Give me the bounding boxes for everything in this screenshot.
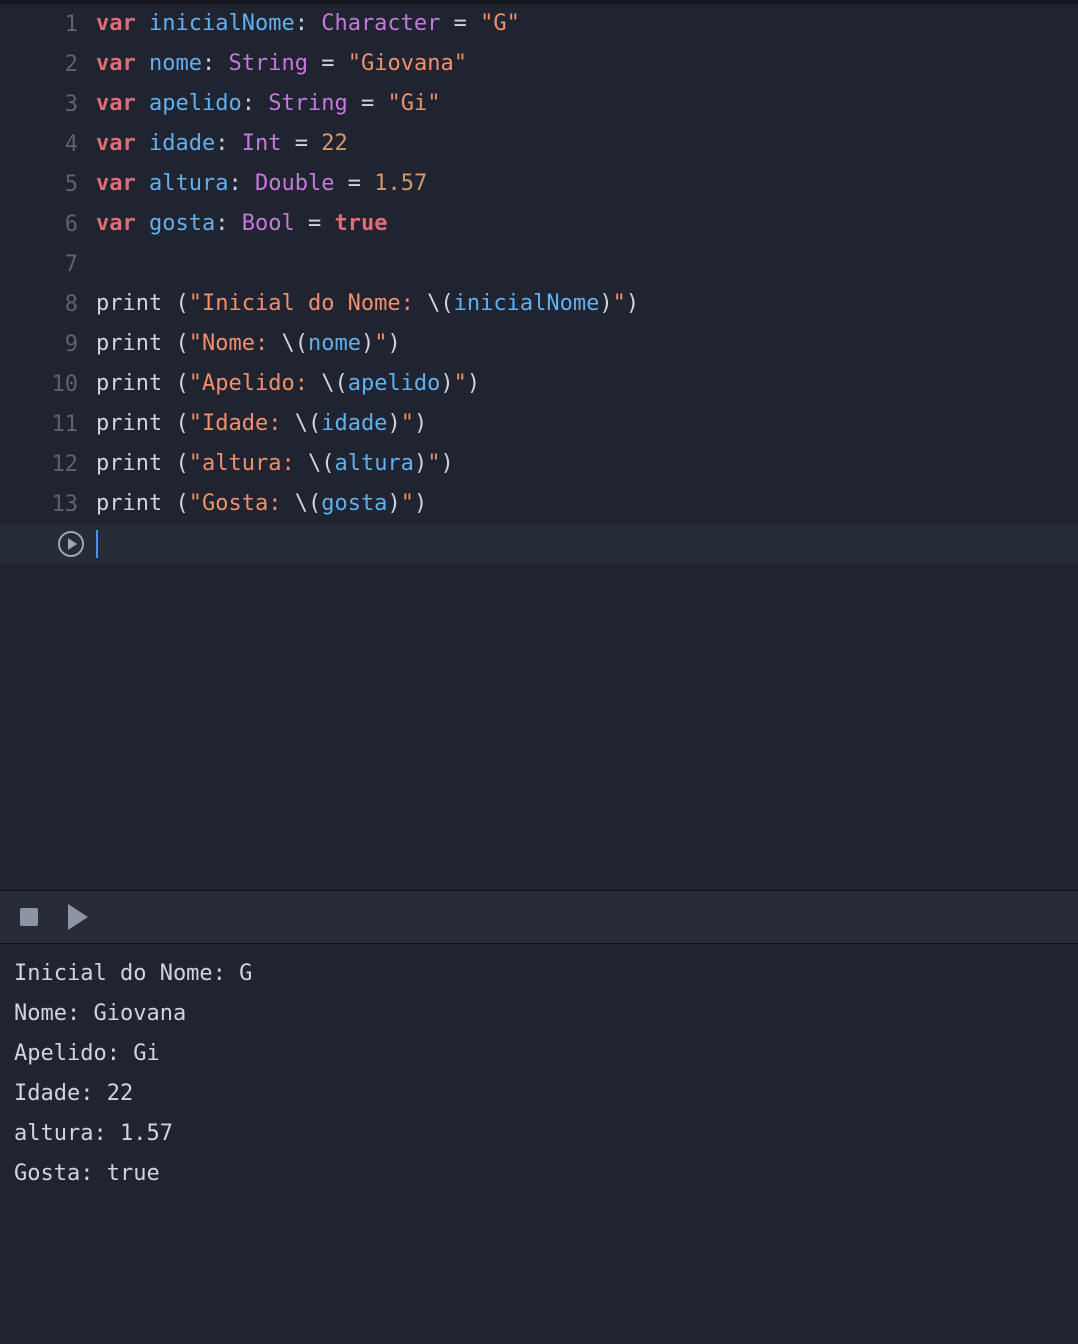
console-line: altura: 1.57: [14, 1114, 1064, 1154]
code-content: print ("Gosta: \(gosta)"): [96, 484, 427, 524]
code-line-13[interactable]: 13 print ("Gosta: \(gosta)"): [0, 484, 1078, 524]
code-line-current[interactable]: [0, 524, 1078, 564]
line-number: 9: [0, 332, 96, 357]
code-content: var gosta: Bool = true: [96, 204, 387, 244]
code-content: print ("Inicial do Nome: \(inicialNome)"…: [96, 284, 639, 324]
line-number: 10: [0, 372, 96, 397]
play-button[interactable]: [68, 904, 88, 930]
line-number: 1: [0, 12, 96, 37]
code-content: [96, 524, 98, 564]
line-number: 5: [0, 172, 96, 197]
code-content: var inicialNome: Character = "G": [96, 4, 520, 44]
line-number: 6: [0, 212, 96, 237]
run-line-gutter[interactable]: [0, 531, 96, 557]
console-toolbar: [0, 890, 1078, 944]
code-line-3[interactable]: 3 var apelido: String = "Gi": [0, 84, 1078, 124]
line-number: 7: [0, 252, 96, 277]
code-line-10[interactable]: 10 print ("Apelido: \(apelido)"): [0, 364, 1078, 404]
code-line-7[interactable]: 7: [0, 244, 1078, 284]
stop-button[interactable]: [20, 908, 38, 926]
line-number: 11: [0, 412, 96, 437]
text-cursor: [96, 530, 98, 558]
code-line-6[interactable]: 6 var gosta: Bool = true: [0, 204, 1078, 244]
console-line: Apelido: Gi: [14, 1034, 1064, 1074]
code-line-5[interactable]: 5 var altura: Double = 1.57: [0, 164, 1078, 204]
code-line-8[interactable]: 8 print ("Inicial do Nome: \(inicialNome…: [0, 284, 1078, 324]
code-line-12[interactable]: 12 print ("altura: \(altura)"): [0, 444, 1078, 484]
code-content: var idade: Int = 22: [96, 124, 348, 164]
console-line: Idade: 22: [14, 1074, 1064, 1114]
code-line-4[interactable]: 4 var idade: Int = 22: [0, 124, 1078, 164]
code-line-1[interactable]: 1 var inicialNome: Character = "G": [0, 4, 1078, 44]
code-line-9[interactable]: 9 print ("Nome: \(nome)"): [0, 324, 1078, 364]
line-number: 2: [0, 52, 96, 77]
line-number: 3: [0, 92, 96, 117]
play-circle-icon[interactable]: [58, 531, 84, 557]
line-number: 4: [0, 132, 96, 157]
code-line-2[interactable]: 2 var nome: String = "Giovana": [0, 44, 1078, 84]
code-content: print ("Apelido: \(apelido)"): [96, 364, 480, 404]
code-content: print ("Nome: \(nome)"): [96, 324, 401, 364]
code-content: print ("altura: \(altura)"): [96, 444, 454, 484]
console-line: Inicial do Nome: G: [14, 954, 1064, 994]
line-number: 13: [0, 492, 96, 517]
code-content: var altura: Double = 1.57: [96, 164, 427, 204]
code-editor[interactable]: 1 var inicialNome: Character = "G" 2 var…: [0, 4, 1078, 890]
line-number: 8: [0, 292, 96, 317]
console-line: Nome: Giovana: [14, 994, 1064, 1034]
code-content: var apelido: String = "Gi": [96, 84, 440, 124]
code-line-11[interactable]: 11 print ("Idade: \(idade)"): [0, 404, 1078, 444]
code-content: var nome: String = "Giovana": [96, 44, 467, 84]
line-number: 12: [0, 452, 96, 477]
code-content: print ("Idade: \(idade)"): [96, 404, 427, 444]
console-output[interactable]: Inicial do Nome: G Nome: Giovana Apelido…: [0, 944, 1078, 1344]
console-line: Gosta: true: [14, 1154, 1064, 1194]
